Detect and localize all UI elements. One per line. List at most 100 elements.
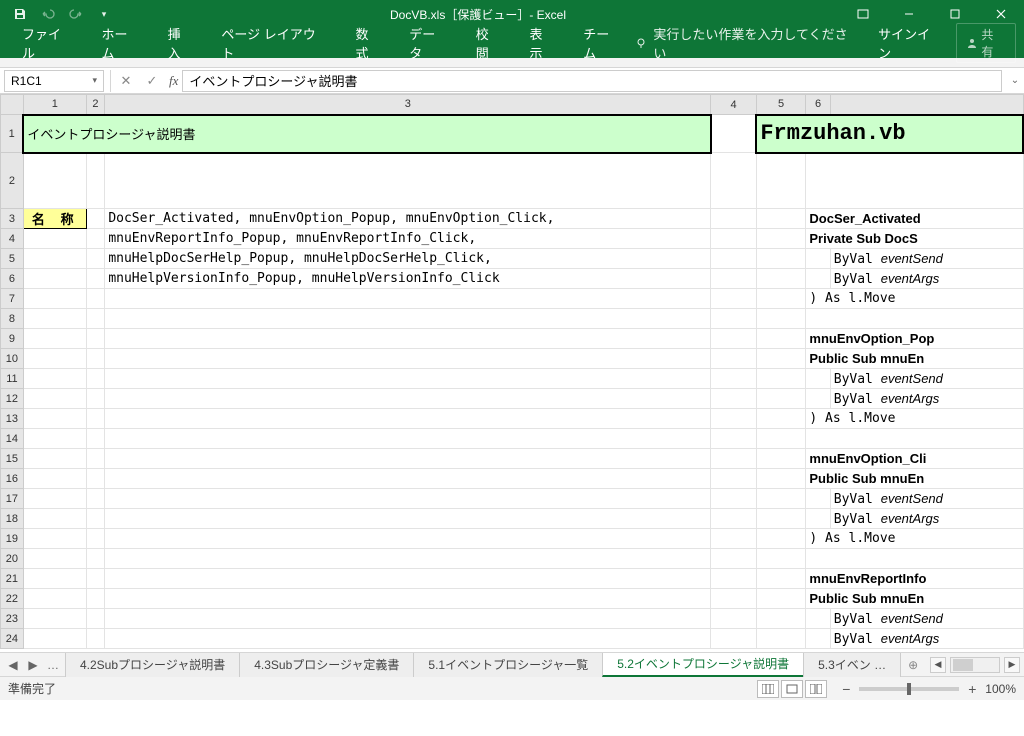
code-cell[interactable]: ByVal eventArgs (830, 509, 1023, 529)
cell[interactable] (711, 489, 757, 509)
row-header[interactable]: 11 (1, 369, 24, 389)
enter-formula-icon[interactable]: ✓ (139, 70, 165, 92)
cell[interactable] (23, 389, 86, 409)
cell[interactable] (756, 469, 806, 489)
cell[interactable] (711, 153, 757, 209)
cell[interactable] (806, 629, 830, 649)
cell[interactable] (105, 389, 711, 409)
column-header[interactable]: 2 (86, 95, 105, 115)
view-page-layout-icon[interactable] (781, 680, 803, 698)
code-cell[interactable]: ) As l.Move (806, 409, 1023, 429)
cell[interactable] (756, 449, 806, 469)
column-header[interactable]: 4 (711, 95, 757, 115)
row-header[interactable]: 5 (1, 249, 24, 269)
cell[interactable] (86, 429, 105, 449)
cell[interactable] (23, 153, 86, 209)
code-cell[interactable]: ByVal eventSend (830, 609, 1023, 629)
cell[interactable] (756, 329, 806, 349)
cell[interactable] (86, 269, 105, 289)
cell[interactable] (756, 589, 806, 609)
tab-page-layout[interactable]: ページ レイアウト (207, 28, 341, 58)
tab-view[interactable]: 表示 (516, 28, 570, 58)
cell[interactable] (23, 609, 86, 629)
cell[interactable] (756, 389, 806, 409)
tab-nav-more-icon[interactable]: … (46, 658, 60, 672)
cell[interactable] (23, 629, 86, 649)
code-cell[interactable]: Public Sub mnuEn (806, 589, 1023, 609)
code-cell[interactable]: mnuEnvOption_Pop (806, 329, 1023, 349)
cell[interactable] (23, 529, 86, 549)
cell[interactable] (86, 369, 105, 389)
row-header[interactable]: 15 (1, 449, 24, 469)
title-cell-right[interactable]: Frmzuhan.vb (756, 115, 1023, 153)
cell[interactable] (711, 115, 757, 153)
select-all-corner[interactable] (1, 95, 24, 115)
cell[interactable] (105, 569, 711, 589)
cell[interactable] (23, 409, 86, 429)
cell[interactable] (711, 269, 757, 289)
cell[interactable] (711, 229, 757, 249)
share-button[interactable]: 共有 (956, 23, 1016, 63)
zoom-in-button[interactable]: + (965, 681, 979, 697)
row-header[interactable]: 17 (1, 489, 24, 509)
cell[interactable] (756, 289, 806, 309)
formula-input[interactable]: イベントプロシージャ説明書 (182, 70, 1002, 92)
cell[interactable] (86, 209, 105, 229)
cell[interactable] (806, 153, 1023, 209)
row-header[interactable]: 19 (1, 529, 24, 549)
qat-customize-icon[interactable]: ▾ (92, 2, 116, 26)
code-cell[interactable]: Public Sub mnuEn (806, 469, 1023, 489)
tab-file[interactable]: ファイル (8, 28, 87, 58)
tell-me-box[interactable]: 実行したい作業を入力してください (635, 24, 858, 62)
cell[interactable] (23, 269, 86, 289)
cell[interactable] (23, 569, 86, 589)
cell[interactable] (86, 529, 105, 549)
sheet-tab-active[interactable]: 5.2イベントプロシージャ説明書 (602, 653, 804, 677)
cell[interactable] (711, 389, 757, 409)
code-cell[interactable]: ByVal eventArgs (830, 269, 1023, 289)
row-header[interactable]: 8 (1, 309, 24, 329)
cell[interactable] (105, 469, 711, 489)
row-header[interactable]: 20 (1, 549, 24, 569)
zoom-slider[interactable] (859, 687, 959, 691)
cell[interactable] (86, 349, 105, 369)
view-page-break-icon[interactable] (805, 680, 827, 698)
cell[interactable] (756, 153, 806, 209)
cell[interactable] (105, 609, 711, 629)
cell[interactable] (23, 329, 86, 349)
tab-formulas[interactable]: 数式 (342, 28, 396, 58)
cell[interactable] (756, 369, 806, 389)
cell[interactable]: mnuHelpVersionInfo_Popup, mnuHelpVersion… (105, 269, 711, 289)
cell[interactable] (86, 449, 105, 469)
row-header[interactable]: 3 (1, 209, 24, 229)
cell[interactable] (711, 349, 757, 369)
title-cell-left[interactable]: イベントプロシージャ説明書 (23, 115, 710, 153)
cell[interactable] (105, 509, 711, 529)
cell[interactable] (806, 489, 830, 509)
cell[interactable] (711, 429, 757, 449)
cell[interactable] (23, 229, 86, 249)
cell[interactable] (711, 569, 757, 589)
expand-formula-icon[interactable]: ⌄ (1006, 75, 1024, 86)
cell[interactable] (756, 309, 806, 329)
cell[interactable] (711, 409, 757, 429)
hscroll-thumb[interactable] (953, 659, 973, 671)
row-header[interactable]: 14 (1, 429, 24, 449)
zoom-out-button[interactable]: − (839, 681, 853, 697)
cell[interactable]: DocSer_Activated, mnuEnvOption_Popup, mn… (105, 209, 711, 229)
cell[interactable] (105, 589, 711, 609)
sheet-tab[interactable]: 4.3Subプロシージャ定義書 (239, 653, 414, 677)
cell[interactable] (711, 209, 757, 229)
sheet-tab[interactable]: 5.1イベントプロシージャ一覧 (413, 653, 603, 677)
view-normal-icon[interactable] (757, 680, 779, 698)
cell[interactable] (105, 329, 711, 349)
cell[interactable] (711, 589, 757, 609)
code-cell[interactable]: Public Sub mnuEn (806, 349, 1023, 369)
row-header[interactable]: 10 (1, 349, 24, 369)
cell[interactable] (86, 609, 105, 629)
new-sheet-button[interactable]: ⊕ (901, 658, 925, 672)
cell[interactable] (86, 549, 105, 569)
row-header[interactable]: 7 (1, 289, 24, 309)
cell[interactable] (86, 153, 105, 209)
hscroll-right-icon[interactable]: ▶ (1004, 657, 1020, 673)
